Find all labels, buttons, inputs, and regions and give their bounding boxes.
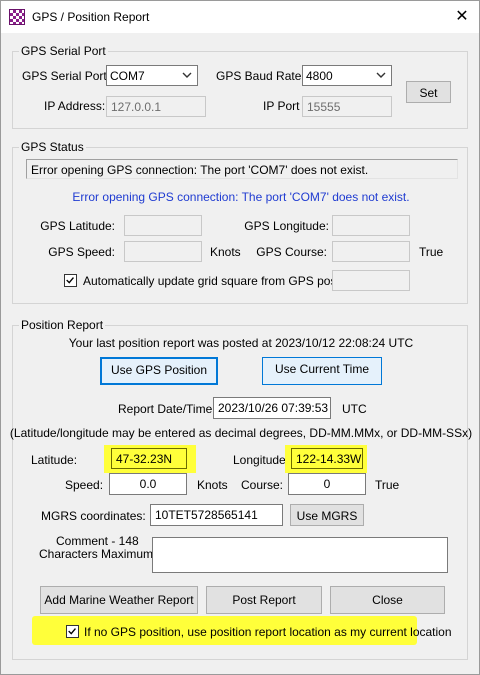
serial-port-select[interactable]: COM7: [106, 65, 198, 86]
speed-label: Speed:: [65, 478, 104, 492]
report-datetime-label: Report Date/Time:: [118, 402, 216, 416]
utc-label: UTC: [342, 402, 367, 416]
group-title-serial-port: GPS Serial Port: [19, 44, 108, 58]
window-title: GPS / Position Report: [32, 10, 150, 24]
group-title-gps-status: GPS Status: [19, 140, 86, 154]
ip-address-label: IP Address:: [44, 99, 106, 113]
use-current-time-button[interactable]: Use Current Time: [262, 357, 382, 385]
baud-rate-select[interactable]: 4800: [302, 65, 392, 86]
mgrs-label: MGRS coordinates:: [41, 509, 146, 523]
gps-error-message: Error opening GPS connection: The port '…: [72, 190, 410, 204]
gps-status-line: Error opening GPS connection: The port '…: [26, 159, 458, 179]
close-icon[interactable]: ✕: [447, 5, 477, 29]
gps-latitude-field: [124, 215, 202, 236]
gps-course-label: GPS Course:: [256, 245, 327, 259]
ip-port-field[interactable]: 15555: [302, 96, 392, 117]
gps-latitude-label: GPS Latitude:: [40, 219, 115, 233]
gps-speed-field: [124, 241, 202, 262]
latitude-field[interactable]: 47-32.23N: [111, 448, 187, 469]
course-label: Course:: [241, 478, 284, 492]
gps-course-field: [332, 241, 410, 262]
auto-update-label: Automatically update grid square from GP…: [83, 274, 362, 288]
baud-rate-value: 4800: [306, 69, 333, 83]
comment-label-line-2: Characters Maximum:: [39, 547, 157, 561]
mgrs-field[interactable]: 10TET5728565141: [150, 504, 283, 526]
gps-longitude-field: [332, 215, 410, 236]
report-datetime-field[interactable]: 2023/10/26 07:39:53: [213, 397, 331, 419]
title-bar: GPS / Position Report ✕: [1, 1, 479, 33]
latitude-label: Latitude:: [31, 453, 78, 467]
comment-label-line-1: Comment - 148: [56, 534, 139, 548]
speed-unit: Knots: [197, 478, 228, 492]
gps-course-unit: True: [419, 245, 444, 259]
set-button[interactable]: Set: [406, 81, 451, 103]
grid-square-field: [332, 270, 410, 291]
gps-serial-port-group: GPS Serial Port: [12, 44, 468, 129]
serial-port-label: GPS Serial Port:: [22, 69, 111, 83]
coordinate-format-hint: (Latitude/longitude may be entered as de…: [9, 426, 473, 440]
serial-port-value: COM7: [110, 69, 145, 83]
ip-port-label: IP Port: [263, 99, 300, 113]
auto-update-checkbox[interactable]: [64, 274, 77, 287]
longitude-field[interactable]: 122-14.33W: [291, 448, 363, 469]
baud-rate-label: GPS Baud Rate:: [216, 69, 305, 83]
comment-textarea[interactable]: [152, 537, 448, 573]
chevron-down-icon: [376, 72, 386, 78]
group-title-position-report: Position Report: [19, 318, 106, 332]
ip-address-field[interactable]: 127.0.0.1: [106, 96, 206, 117]
course-field[interactable]: 0: [288, 473, 366, 495]
fallback-location-checkbox[interactable]: [66, 625, 79, 638]
gps-speed-label: GPS Speed:: [48, 245, 115, 259]
fallback-location-label: If no GPS position, use position report …: [84, 625, 452, 639]
speed-field[interactable]: 0.0: [109, 473, 187, 495]
chevron-down-icon: [182, 72, 192, 78]
use-gps-position-button[interactable]: Use GPS Position: [100, 357, 218, 385]
gps-longitude-label: GPS Longitude:: [244, 219, 329, 233]
checkered-app-icon: [9, 9, 25, 25]
last-posted-text: Your last position report was posted at …: [68, 336, 414, 350]
check-icon: [68, 628, 76, 635]
add-marine-weather-button[interactable]: Add Marine Weather Report: [40, 586, 198, 614]
gps-position-report-window: GPS / Position Report ✕ GPS Serial Port …: [0, 0, 480, 675]
post-report-button[interactable]: Post Report: [206, 586, 322, 614]
use-mgrs-button[interactable]: Use MGRS: [290, 504, 364, 526]
check-icon: [66, 277, 74, 284]
close-button[interactable]: Close: [330, 586, 445, 614]
course-unit: True: [375, 478, 400, 492]
longitude-label: Longitude:: [233, 453, 290, 467]
